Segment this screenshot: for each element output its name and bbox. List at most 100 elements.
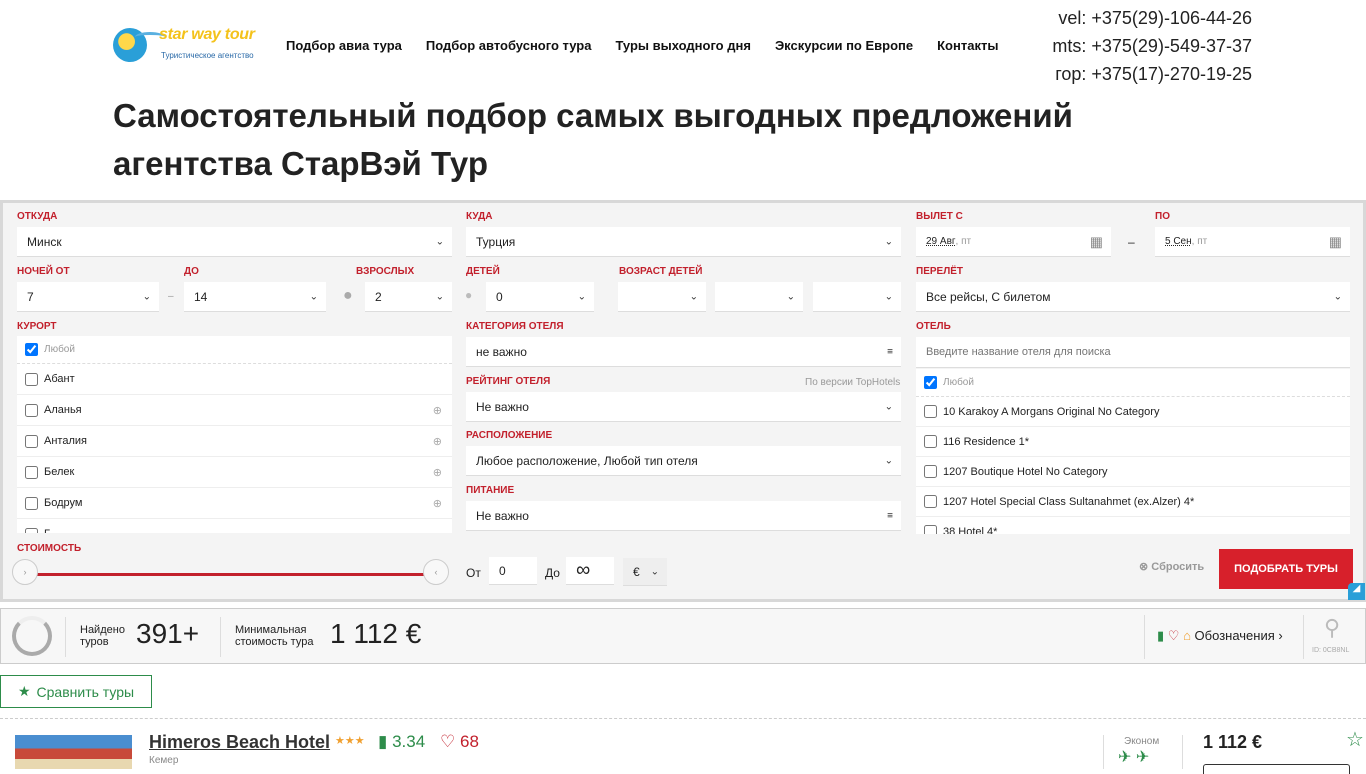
chevron-down-icon: ⌄ (884, 401, 893, 412)
depart-to-date[interactable]: 5 Сен, пт ▦ (1155, 227, 1350, 257)
hotel-checkbox[interactable] (924, 435, 937, 448)
hotel-item-any[interactable]: Любой (916, 369, 1350, 397)
hotel-checkbox[interactable] (924, 405, 937, 418)
expand-plus-icon[interactable]: ⊕ (433, 404, 442, 417)
plane-icons: ✈ ✈ (1118, 749, 1150, 766)
price-to-input[interactable]: ∞ (566, 557, 614, 585)
hotel-item[interactable]: 38 Hotel 4* (916, 517, 1350, 534)
reset-button[interactable]: ⊗ Сбросить (1139, 560, 1204, 573)
depart-from-day: , пт (955, 236, 972, 247)
price-slider-track[interactable] (25, 573, 437, 576)
compare-tours-button[interactable]: ★ Сравнить туры (0, 675, 152, 708)
resort-item[interactable]: Абант (17, 364, 452, 395)
child-age-2-select[interactable]: ⌄ (715, 282, 803, 312)
favorite-star-icon[interactable]: ☆ (1346, 727, 1364, 752)
hotel-likes-value: 68 (459, 732, 479, 751)
resort-item-label: Аланья (44, 404, 82, 416)
nav-contacts[interactable]: Контакты (937, 38, 998, 53)
tour-price: 1 112 € (1203, 732, 1263, 752)
divider (220, 617, 221, 657)
to-select[interactable]: Турция ⌄ (466, 227, 901, 257)
hotel-likes[interactable]: ♡ 68 (440, 732, 479, 752)
tophotels-note: По версии TopHotels (805, 377, 901, 388)
hotel-any-label: Любой (943, 377, 974, 388)
depart-to-label: ПО (1155, 211, 1170, 222)
hotel-item-label: 1207 Boutique Hotel No Category (943, 465, 1108, 478)
expand-plus-icon[interactable]: ⊕ (433, 435, 442, 448)
nav-air-tour[interactable]: Подбор авиа тура (286, 38, 402, 53)
child-age-1-select[interactable]: ⌄ (618, 282, 706, 312)
hotel-name-link[interactable]: Himeros Beach Hotel (149, 732, 330, 753)
resort-item[interactable]: Белек ⊕ (17, 457, 452, 488)
phone-city[interactable]: гор: +375(17)-270-19-25 (1052, 60, 1252, 88)
calendar-icon[interactable]: ▦ (1090, 233, 1103, 250)
price-slider-max-handle[interactable]: ‹ (423, 559, 449, 585)
hotel-item[interactable]: 116 Residence 1* (916, 427, 1350, 457)
paperclip-icon[interactable]: ⚲ (1324, 615, 1340, 641)
from-select[interactable]: Минск ⌄ (17, 227, 452, 257)
price-slider-min-handle[interactable]: › (12, 559, 38, 585)
hotel-photo[interactable] (15, 735, 132, 769)
select-tour-button[interactable] (1203, 764, 1350, 774)
currency-select[interactable]: € ⌄ (623, 558, 667, 586)
hotel-category-select[interactable]: не важно ≡ (466, 337, 901, 367)
resort-any-checkbox[interactable] (25, 343, 38, 356)
hotel-checkbox[interactable] (924, 525, 937, 534)
chevron-down-icon: ⌄ (435, 236, 444, 247)
nights-from-select[interactable]: 7 ⌄ (17, 282, 159, 312)
resort-checkbox[interactable] (25, 496, 38, 510)
nav-bus-tour[interactable]: Подбор автобусного тура (426, 38, 592, 53)
hotel-any-checkbox[interactable] (924, 376, 937, 389)
resort-item[interactable]: Анталия ⊕ (17, 426, 452, 457)
price-to-value: ∞ (576, 559, 591, 581)
resort-item[interactable]: Аланья ⊕ (17, 395, 452, 426)
depart-from-date[interactable]: 29 Авг, пт ▦ (916, 227, 1111, 257)
logo[interactable]: star way tour Туристическое агентство (113, 26, 255, 64)
resort-item[interactable]: Г (17, 519, 452, 533)
hotel-item[interactable]: 1207 Hotel Special Class Sultanahmet (ex… (916, 487, 1350, 517)
resort-checkbox[interactable] (25, 527, 38, 533)
calendar-icon[interactable]: ▦ (1329, 233, 1342, 250)
hotel-checkbox[interactable] (924, 495, 937, 508)
expand-plus-icon[interactable]: ⊕ (433, 497, 442, 510)
phone-velcom[interactable]: vel: +375(29)-106-44-26 (1052, 4, 1252, 32)
nav-weekend-tours[interactable]: Туры выходного дня (615, 38, 750, 53)
children-select[interactable]: 0 ⌄ (486, 282, 594, 312)
chart-icon: ▮ (1157, 628, 1165, 643)
menu-lines-icon: ≡ (887, 510, 893, 521)
hotel-rating-select[interactable]: Не важно ⌄ (466, 392, 901, 422)
phone-mts[interactable]: mts: +375(29)-549-37-37 (1052, 32, 1252, 60)
hotel-rating[interactable]: ▮ 3.34 (378, 732, 425, 752)
legend-button[interactable]: ▮ ♡ ⌂ Обозначения › (1157, 628, 1283, 644)
resort-checkbox[interactable] (25, 434, 38, 448)
resort-checkbox[interactable] (25, 403, 38, 417)
meal-select[interactable]: Не важно ≡ (466, 501, 901, 531)
child-age-3-select[interactable]: ⌄ (813, 282, 901, 312)
location-select[interactable]: Любое расположение, Любой тип отеля ⌄ (466, 446, 901, 476)
hotel-item-label: 10 Karakoy A Morgans Original No Categor… (943, 405, 1160, 418)
flight-select[interactable]: Все рейсы, С билетом ⌄ (916, 282, 1350, 312)
hotel-item[interactable]: 10 Karakoy A Morgans Original No Categor… (916, 397, 1350, 427)
hotel-item[interactable]: 1207 Boutique Hotel No Category (916, 457, 1350, 487)
hotel-rating-value: 3.34 (392, 732, 426, 751)
nights-to-select[interactable]: 14 ⌄ (184, 282, 326, 312)
resort-checkbox[interactable] (25, 465, 38, 479)
hotel-category-value: не важно (476, 344, 527, 359)
widget-corner-icon[interactable]: ◢ (1348, 583, 1365, 600)
heart-icon: ♡ (1167, 628, 1180, 643)
expand-plus-icon[interactable]: ⊕ (433, 466, 442, 479)
hotel-item-label: 116 Residence 1* (943, 435, 1030, 448)
resort-item-any[interactable]: Любой (17, 336, 452, 364)
resort-checkbox[interactable] (25, 372, 38, 386)
search-tours-button[interactable]: ПОДОБРАТЬ ТУРЫ (1219, 549, 1353, 589)
adult-person-icon: ● (343, 287, 353, 304)
resort-item[interactable]: Бодрум ⊕ (17, 488, 452, 519)
adults-select[interactable]: 2 ⌄ (365, 282, 452, 312)
hotel-search-input[interactable] (916, 337, 1350, 368)
price-from-input[interactable]: 0 (489, 557, 537, 585)
legend-label: Обозначения (1194, 628, 1275, 643)
nav-europe-excursions[interactable]: Экскурсии по Европе (775, 38, 913, 53)
resort-item-label: Белек (44, 466, 75, 478)
divider (1144, 615, 1145, 659)
hotel-checkbox[interactable] (924, 465, 937, 478)
